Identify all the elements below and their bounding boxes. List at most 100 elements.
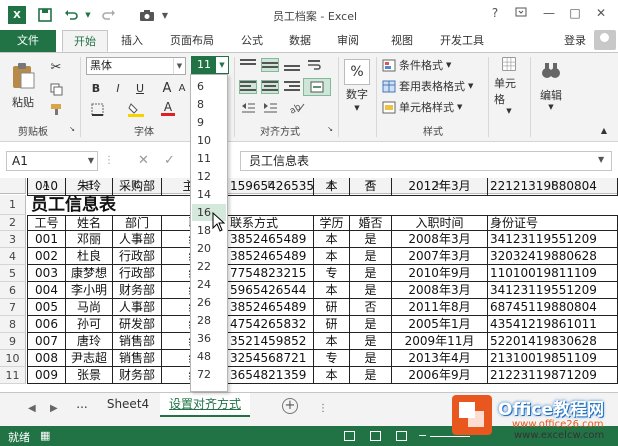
table-cell[interactable]: 004 — [27, 282, 66, 299]
scroll-options-icon[interactable]: ⋮ — [318, 403, 328, 414]
table-cell[interactable]: 是 — [350, 367, 392, 384]
table-cell[interactable]: 采购部 — [113, 178, 162, 196]
table-cell[interactable]: 2013年4月 — [392, 350, 488, 367]
font-size-option[interactable]: 36 — [192, 330, 226, 347]
table-cell[interactable]: 是 — [350, 333, 392, 350]
table-cell[interactable]: 销售部 — [113, 350, 162, 367]
table-cell[interactable]: 22121319880804 — [488, 178, 618, 196]
undo-icon[interactable] — [62, 6, 82, 24]
number-format-button[interactable]: % — [344, 59, 370, 85]
font-size-value[interactable]: 11 — [192, 57, 216, 73]
table-cell[interactable]: 专 — [314, 350, 350, 367]
prev-sheet-icon[interactable]: ◀ — [28, 403, 36, 414]
merge-center-icon[interactable] — [303, 78, 331, 96]
tab-data[interactable]: 数据 — [280, 30, 320, 52]
row-header[interactable]: 8 — [0, 316, 26, 333]
table-cell[interactable]: 本 — [314, 282, 350, 299]
table-cell[interactable]: 研发部 — [113, 316, 162, 333]
row-header[interactable]: 7 — [0, 299, 26, 316]
table-cell[interactable]: 康梦想 — [66, 265, 113, 282]
table-cell[interactable]: 68745119880804 — [488, 299, 618, 316]
table-cell[interactable]: 人事部 — [113, 231, 162, 248]
table-cell[interactable]: 3521459852 — [228, 333, 314, 350]
table-header-cell[interactable]: 联系方式 — [228, 215, 314, 231]
tab-file[interactable]: 文件 — [0, 30, 56, 52]
italic-button[interactable]: I — [110, 80, 126, 96]
table-cell[interactable]: 7754823215 — [228, 265, 314, 282]
align-left-icon[interactable] — [239, 80, 257, 94]
table-cell[interactable]: 本 — [314, 333, 350, 350]
table-cell[interactable]: 3254568721 — [228, 350, 314, 367]
row-header[interactable]: 4 — [0, 248, 26, 265]
increase-indent-icon[interactable] — [262, 101, 278, 115]
cells-button[interactable]: 单元格 ▼ — [494, 57, 524, 115]
row-header[interactable]: 10 — [0, 350, 26, 367]
table-header-cell[interactable]: 身份证号 — [488, 215, 618, 231]
minimize-button[interactable]: — — [540, 6, 558, 24]
save-icon[interactable] — [36, 6, 54, 24]
camera-icon[interactable] — [138, 6, 156, 24]
name-box[interactable]: A1 ▼ — [6, 151, 98, 171]
table-cell[interactable]: 2006年9月 — [392, 367, 488, 384]
add-sheet-button[interactable]: + — [282, 398, 298, 414]
table-cell[interactable]: 2008年3月 — [392, 282, 488, 299]
table-cell[interactable]: 马尚 — [66, 299, 113, 316]
enter-icon[interactable]: ✓ — [164, 153, 175, 168]
worksheet-grid[interactable]: ABCDEFGHI1234567891011员工信息表工号姓名部门职联系方式学历… — [0, 178, 618, 392]
table-cell[interactable]: 销售部 — [113, 333, 162, 350]
table-cell[interactable]: 尹志超 — [66, 350, 113, 367]
row-header[interactable]: 11 — [0, 367, 26, 384]
chevron-down-icon[interactable]: ▼ — [216, 57, 228, 73]
table-cell[interactable]: 李小明 — [66, 282, 113, 299]
zoom-out-button[interactable]: − — [418, 429, 427, 442]
table-cell[interactable]: 21223119871209 — [488, 367, 618, 384]
sheet-tab-sheet4[interactable]: Sheet4 — [100, 393, 156, 417]
font-size-option[interactable]: 26 — [192, 294, 226, 311]
redo-icon[interactable] — [98, 6, 118, 24]
row-header[interactable]: 6 — [0, 282, 26, 299]
table-cell[interactable]: 003 — [27, 265, 66, 282]
font-size-option[interactable]: 24 — [192, 276, 226, 293]
table-header-cell[interactable]: 学历 — [314, 215, 350, 231]
cell-styles-button[interactable]: 单元格样式 ▼ — [382, 99, 482, 115]
table-cell[interactable]: 2011年8月 — [392, 299, 488, 316]
table-cell[interactable]: 34123119551209 — [488, 282, 618, 299]
user-avatar[interactable] — [594, 30, 616, 50]
table-cell[interactable]: 研 — [314, 316, 350, 333]
normal-view-icon[interactable] — [344, 431, 355, 441]
table-cell[interactable]: 2005年1月 — [392, 316, 488, 333]
expand-formula-icon[interactable]: ▼ — [598, 155, 604, 164]
table-cell[interactable]: 人事部 — [113, 299, 162, 316]
chevron-down-icon[interactable]: ▼ — [88, 152, 94, 170]
borders-icon[interactable] — [88, 101, 106, 117]
table-cell[interactable]: 行政部 — [113, 265, 162, 282]
paste-button[interactable]: 粘贴 — [8, 59, 38, 113]
undo-dropdown-icon[interactable]: ▼ — [84, 6, 92, 24]
decrease-indent-icon[interactable] — [240, 101, 256, 115]
table-cell[interactable]: 43541219861011 — [488, 316, 618, 333]
chevron-down-icon[interactable]: ▼ — [173, 58, 185, 74]
table-cell[interactable]: 3852465489 — [228, 248, 314, 265]
clipboard-launcher-icon[interactable]: ↘ — [68, 125, 76, 133]
table-header-cell[interactable]: 姓名 — [66, 215, 113, 231]
table-cell[interactable]: 34123119551209 — [488, 231, 618, 248]
table-cell[interactable]: 2012年3月 — [392, 178, 488, 196]
table-cell[interactable]: 行政部 — [113, 248, 162, 265]
table-cell[interactable]: 3852465489 — [228, 299, 314, 316]
select-all-corner[interactable] — [0, 178, 26, 194]
table-cell[interactable]: 邓丽 — [66, 231, 113, 248]
table-cell[interactable]: 本 — [314, 367, 350, 384]
table-cell[interactable]: 32032419880628 — [488, 248, 618, 265]
conditional-format-button[interactable]: 条件格式 ▼ — [382, 57, 478, 73]
grow-font-button[interactable]: A — [160, 80, 174, 96]
table-cell[interactable]: 张景 — [66, 367, 113, 384]
font-name-combo[interactable]: 黑体 ▼ — [86, 57, 186, 75]
fill-color-icon[interactable] — [126, 101, 146, 117]
table-cell[interactable]: 本 — [314, 178, 350, 196]
row-header[interactable]: 9 — [0, 333, 26, 350]
table-cell[interactable]: 010 — [27, 178, 66, 196]
row-header[interactable]: 5 — [0, 265, 26, 282]
align-top-icon[interactable] — [240, 59, 256, 71]
table-cell[interactable]: 009 — [27, 367, 66, 384]
customize-icon[interactable]: ▼ — [160, 6, 170, 24]
